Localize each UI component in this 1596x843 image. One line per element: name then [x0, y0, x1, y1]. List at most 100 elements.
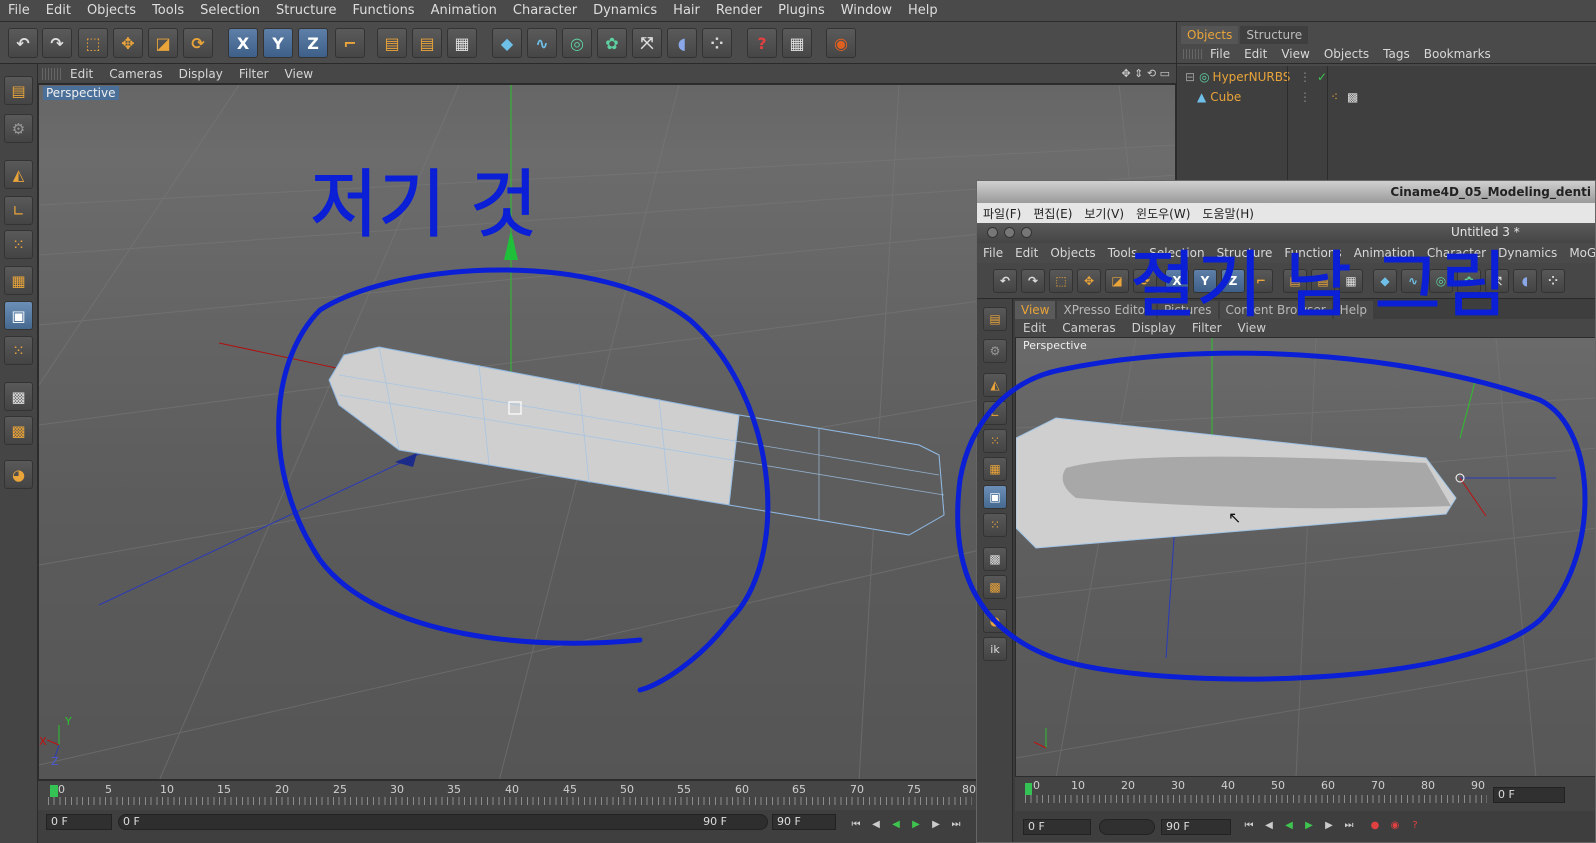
panel-grip-icon[interactable]	[42, 67, 62, 80]
z-axis-lock-button[interactable]: Z	[1221, 269, 1245, 293]
obj-menu-tags[interactable]: Tags	[1376, 47, 1417, 61]
c4d-menu-character[interactable]: Character	[1421, 246, 1492, 260]
frame-range-slider[interactable]: 0 F 90 F	[118, 814, 768, 830]
selection-icon[interactable]: ⬚	[1049, 269, 1073, 293]
c4d-menu-dynamics[interactable]: Dynamics	[1492, 246, 1563, 260]
c4d-menu-functions[interactable]: Functions	[1278, 246, 1347, 260]
tab-help[interactable]: Help	[1333, 301, 1374, 319]
step-forward-icon[interactable]: ▶	[928, 817, 944, 833]
menu-render[interactable]: Render	[708, 0, 770, 22]
scale-icon[interactable]: ◪	[148, 28, 178, 58]
obj-menu-objects[interactable]: Objects	[1317, 47, 1376, 61]
make-editable-icon[interactable]: ⚙	[983, 339, 1007, 363]
redo-icon[interactable]: ↷	[1021, 269, 1045, 293]
play-reverse-icon[interactable]: ◀	[888, 817, 904, 833]
spline-icon[interactable]: ∿	[527, 28, 557, 58]
current-frame-field[interactable]: 0 F	[46, 814, 112, 830]
c4d-menu-selection[interactable]: Selection	[1143, 246, 1210, 260]
obj-menu-view[interactable]: View	[1274, 47, 1316, 61]
menu-hair[interactable]: Hair	[665, 0, 708, 22]
z-axis-handle[interactable]	[395, 453, 417, 467]
z-axis-lock-button[interactable]: Z	[298, 28, 328, 58]
vw-menu-help[interactable]: 도움말(H)	[1196, 205, 1260, 222]
move-icon[interactable]: ✥	[1077, 269, 1101, 293]
goto-start-icon[interactable]: ⏮	[1241, 818, 1257, 834]
deformer-icon[interactable]: ⤧	[1485, 269, 1509, 293]
y-axis-handle[interactable]	[504, 230, 518, 260]
menu-edit[interactable]: Edit	[38, 0, 79, 22]
render-settings-icon[interactable]: ▦	[1339, 269, 1363, 293]
make-editable-icon[interactable]: ⚙	[4, 114, 33, 143]
vp-menu-view[interactable]: View	[277, 67, 321, 81]
c4d-viewport-label[interactable]: Perspective	[1020, 339, 1090, 352]
play-icon[interactable]: ▶	[908, 817, 924, 833]
spline-icon[interactable]: ∿	[1401, 269, 1425, 293]
deformer-icon[interactable]: ⤧	[632, 28, 662, 58]
c4d-frame-field[interactable]: 0 F	[1493, 787, 1565, 803]
record-icon[interactable]: ●	[1367, 818, 1383, 834]
vp-menu-cameras[interactable]: Cameras	[1054, 321, 1123, 335]
autokey-icon[interactable]: ◉	[1387, 818, 1403, 834]
cube-primitive-icon[interactable]: ◆	[492, 28, 522, 58]
vp-menu-filter[interactable]: Filter	[231, 67, 277, 81]
c4d-range-slider[interactable]	[1099, 819, 1155, 835]
c4d-end-field[interactable]: 90 F	[1161, 819, 1231, 835]
live-selection-icon[interactable]: ⬚	[78, 28, 108, 58]
particles-icon[interactable]: ⁘	[1541, 269, 1565, 293]
rotate-icon[interactable]: ⟳	[183, 28, 213, 58]
tab-structure[interactable]: Structure	[1240, 26, 1309, 44]
render-view-icon[interactable]: ▤	[377, 28, 407, 58]
points-mode-icon[interactable]: ⁙	[4, 230, 33, 259]
object-axis-icon[interactable]: ∟	[4, 196, 33, 225]
c4d-timeline[interactable]: 0 10 20 30 40 50 60 70 80 90 0 F	[1015, 777, 1595, 811]
menu-file[interactable]: File	[0, 0, 38, 22]
render-view-icon[interactable]: ▤	[1283, 269, 1307, 293]
tab-xpresso-editor[interactable]: XPresso Editor	[1057, 301, 1156, 319]
menu-selection[interactable]: Selection	[192, 0, 268, 22]
rotate-icon[interactable]: ⟳	[1133, 269, 1157, 293]
vw-menu-file[interactable]: 파일(F)	[977, 205, 1027, 222]
vp-menu-display[interactable]: Display	[171, 67, 231, 81]
edges-mode-icon[interactable]: ▦	[983, 457, 1007, 481]
edges-mode-icon[interactable]: ▦	[4, 266, 33, 295]
layout-icon[interactable]: ▤	[4, 76, 33, 105]
c4d-menu-animation[interactable]: Animation	[1348, 246, 1421, 260]
c4d-menu-edit[interactable]: Edit	[1009, 246, 1044, 260]
c4d-menu-tools[interactable]: Tools	[1102, 246, 1144, 260]
array-icon[interactable]: ✿	[597, 28, 627, 58]
c4d-menu-file[interactable]: File	[977, 246, 1009, 260]
help-pointer-icon[interactable]: ?	[747, 28, 777, 58]
visibility-dots-icon[interactable]: ⋮	[1299, 90, 1311, 104]
video-window-title[interactable]: Ciname4D_05_Modeling_denti	[977, 181, 1595, 203]
world-coordinates-icon[interactable]: ⌐	[335, 28, 365, 58]
nurbs-icon[interactable]: ◎	[562, 28, 592, 58]
step-back-icon[interactable]: ◀	[868, 817, 884, 833]
vw-menu-window[interactable]: 윈도우(W)	[1130, 205, 1196, 222]
calendar-icon[interactable]: ▦	[782, 28, 812, 58]
tab-content-browser[interactable]: Content Browser	[1219, 301, 1332, 319]
subdivided-shape[interactable]	[1062, 456, 1451, 509]
collapse-icon[interactable]: ⊟	[1185, 70, 1195, 84]
texture-mode-icon[interactable]: ▩	[4, 382, 33, 411]
render-picture-viewer-icon[interactable]: ▤	[412, 28, 442, 58]
tab-view[interactable]: View	[1015, 301, 1056, 319]
phong-tag-icon[interactable]: ⁖	[1331, 90, 1338, 104]
y-axis-lock-button[interactable]: Y	[263, 28, 293, 58]
menu-help[interactable]: Help	[900, 0, 946, 22]
menu-character[interactable]: Character	[505, 0, 585, 22]
nurbs-icon[interactable]: ◎	[1429, 269, 1453, 293]
uv-mode-icon[interactable]: ⁙	[983, 513, 1007, 537]
c4d-menu-structure[interactable]: Structure	[1211, 246, 1279, 260]
minimize-window-icon[interactable]	[1004, 227, 1015, 238]
menu-window[interactable]: Window	[833, 0, 900, 22]
texture-tag-icon[interactable]: ▩	[1347, 90, 1358, 104]
play-reverse-icon[interactable]: ◀	[1281, 818, 1297, 834]
menu-functions[interactable]: Functions	[345, 0, 423, 22]
model-mode-icon[interactable]: ◭	[4, 160, 33, 189]
vp-menu-edit[interactable]: Edit	[62, 67, 101, 81]
obj-menu-file[interactable]: File	[1203, 47, 1237, 61]
array-icon[interactable]: ✿	[1457, 269, 1481, 293]
tab-pictures[interactable]: Pictures	[1157, 301, 1218, 319]
c4d-perspective-viewport[interactable]: Perspective ↖	[1015, 337, 1595, 777]
obj-menu-edit[interactable]: Edit	[1237, 47, 1274, 61]
